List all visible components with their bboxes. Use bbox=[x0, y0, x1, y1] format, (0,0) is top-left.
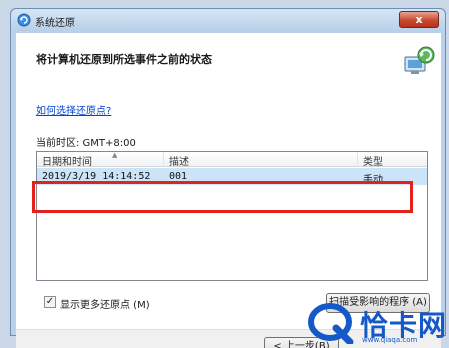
help-link[interactable]: 如何选择还原点? bbox=[36, 102, 111, 117]
column-header-description[interactable]: 描述 bbox=[169, 153, 189, 168]
close-icon: x bbox=[415, 13, 423, 26]
watermark-url: www.qiaqa.com bbox=[362, 336, 418, 344]
restore-computer-icon bbox=[404, 46, 435, 74]
column-header-type[interactable]: 类型 bbox=[363, 153, 383, 168]
page-heading: 将计算机还原到所选事件之前的状态 bbox=[36, 53, 212, 66]
column-divider[interactable] bbox=[357, 152, 358, 167]
system-restore-icon bbox=[17, 13, 31, 27]
timezone-label: 当前时区: GMT+8:00 bbox=[36, 138, 136, 149]
annotation-highlight-box bbox=[32, 181, 413, 213]
show-more-checkbox[interactable]: ✓ bbox=[44, 296, 56, 308]
watermark-logo-icon bbox=[308, 303, 354, 346]
window-title: 系统还原 bbox=[35, 18, 75, 29]
title-bar[interactable]: 系统还原 x bbox=[11, 9, 445, 31]
show-more-label[interactable]: 显示更多还原点 (M) bbox=[60, 296, 150, 311]
dialog-body: 将计算机还原到所选事件之前的状态 如何选择还原点? 当前时区: GMT+8:00… bbox=[16, 33, 441, 348]
column-divider[interactable] bbox=[163, 152, 164, 167]
table-header: 日期和时间 ▲ 描述 类型 bbox=[37, 151, 427, 168]
watermark: 恰卡网 www.qiaqa.com bbox=[306, 302, 446, 346]
system-restore-window: 系统还原 x 将计算机还原到所选事件之前的状态 如何选择还原点? 当前时区: G… bbox=[10, 8, 446, 348]
sort-arrow-icon: ▲ bbox=[112, 151, 118, 159]
close-button[interactable]: x bbox=[399, 11, 439, 28]
checkmark-icon: ✓ bbox=[45, 296, 55, 307]
column-header-datetime[interactable]: 日期和时间 bbox=[42, 153, 92, 168]
restore-points-table[interactable]: 日期和时间 ▲ 描述 类型 2019/3/19 14:14:52 001 手动 bbox=[36, 151, 428, 281]
